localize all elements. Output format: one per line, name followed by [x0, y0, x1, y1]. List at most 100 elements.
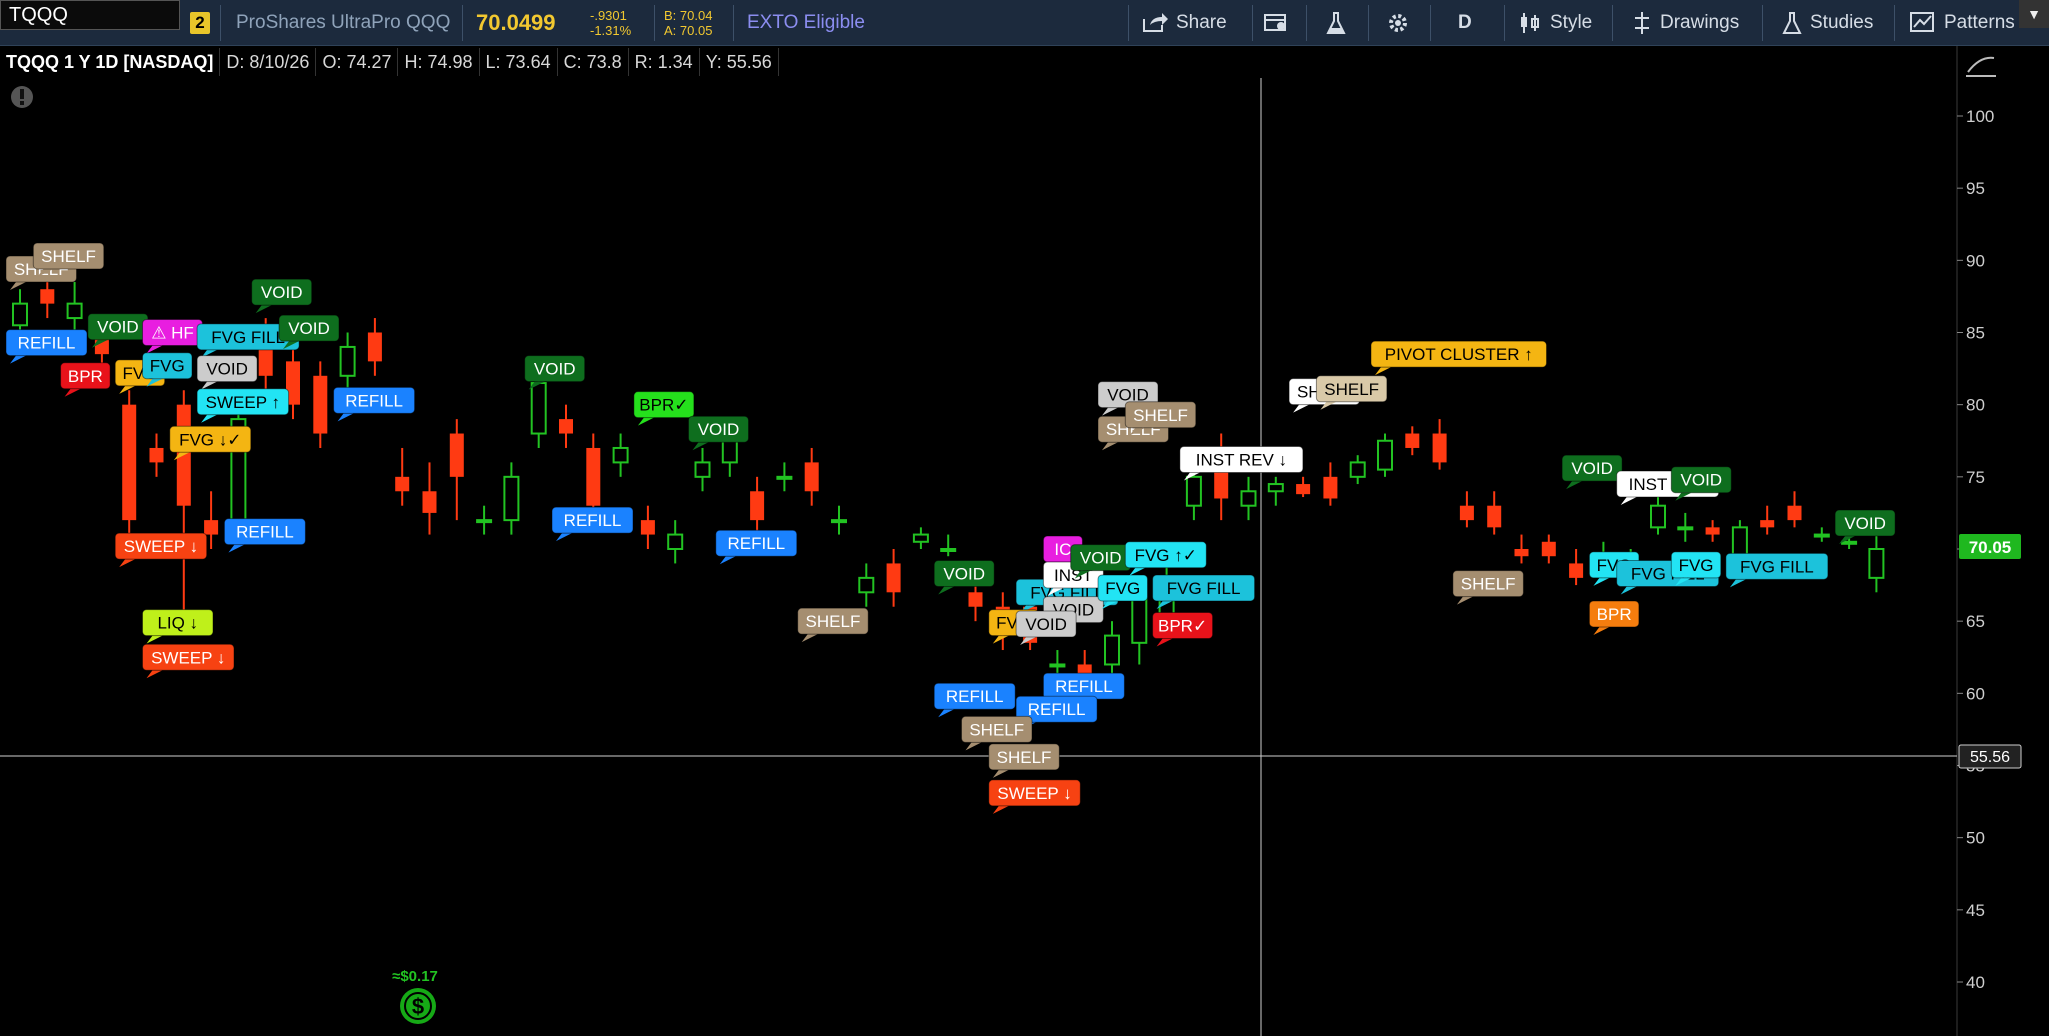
annotation-pointer [992, 635, 1009, 644]
annotation-text: VOID [97, 318, 139, 337]
drawings-button[interactable]: Drawings [1632, 0, 1739, 46]
candle [1541, 534, 1556, 564]
patterns-icon [1910, 12, 1934, 32]
alert-icon[interactable] [11, 86, 33, 108]
y-axis-tick-label: 90 [1966, 251, 1985, 270]
annotation-pointer [719, 556, 736, 565]
candle-body [968, 592, 983, 607]
toolbar-divider [1128, 5, 1129, 41]
annotation-label: SHELF [1452, 570, 1524, 605]
annotation-text: IC [1054, 540, 1071, 559]
candle [1267, 476, 1284, 506]
candle-body [1049, 663, 1066, 668]
candle-body [1787, 505, 1802, 521]
price-chart[interactable]: 100959085807570656055504540 SHELFSHELFRE… [0, 46, 2049, 1036]
candle [449, 419, 464, 521]
annotation-text: SWEEP ↓ [124, 537, 198, 556]
studies-button[interactable]: Studies [1782, 0, 1873, 46]
candle-body [1541, 541, 1556, 557]
candle-body [586, 447, 601, 506]
candle [559, 404, 573, 448]
share-icon [1143, 13, 1168, 32]
annotation-label: REFILL [5, 329, 88, 364]
exto-eligible-label: EXTO Eligible [747, 12, 865, 33]
annotation-text: VOID [288, 319, 330, 338]
annotation-pointer [337, 413, 354, 422]
style-label: Style [1550, 12, 1593, 33]
style-button[interactable]: Style [1518, 0, 1592, 46]
candle [1459, 491, 1474, 528]
annotation-text: FVG FILL [211, 328, 285, 347]
candle-body [367, 332, 382, 362]
candle [1650, 491, 1666, 535]
annotation-pointer [10, 355, 26, 364]
annotation-text: PIVOT CLUSTER ↑ [1385, 345, 1533, 364]
studies-flask-icon [1782, 12, 1802, 34]
annotation-pointer [1102, 442, 1118, 451]
annotation-label: FVG FILL [1725, 552, 1829, 588]
annotation-pointer [64, 388, 81, 397]
y-axis-tick-label: 80 [1966, 396, 1985, 415]
flask-icon [1326, 12, 1346, 34]
annotation-text: REFILL [564, 511, 622, 530]
ask-price: A: 70.05 [664, 23, 713, 38]
candle-body [1650, 504, 1666, 529]
share-label: Share [1176, 12, 1227, 33]
candle-body [1868, 548, 1885, 579]
chart-settings-panel-button[interactable] [1264, 0, 1288, 46]
studies-label: Studies [1810, 12, 1874, 33]
annotation-labels: SHELFSHELFREFILLVOID⚠ HFFVG FILLBPRFVGFV… [5, 242, 1896, 814]
candle [1323, 462, 1338, 506]
candle-body [1377, 439, 1393, 471]
aggregation-button[interactable]: D [1458, 0, 1472, 46]
candle-body [449, 433, 464, 477]
y-axis-tick-label: 95 [1966, 179, 1985, 198]
axis-zoom-icon[interactable] [1966, 56, 1996, 77]
settings-button[interactable] [1386, 0, 1410, 46]
candle-body [1569, 563, 1584, 578]
annotation-label: SHELF [797, 607, 869, 643]
candle-body [912, 533, 929, 543]
patterns-button[interactable]: Patterns [1910, 0, 2015, 46]
candle-body [1813, 533, 1830, 538]
candle-body [886, 563, 901, 593]
symbol-dropdown-icon[interactable]: ▼ [2019, 0, 2049, 28]
annotation-text: SHELF [806, 612, 861, 631]
candle-body [1841, 540, 1858, 545]
candle [612, 433, 629, 477]
candle [1514, 534, 1529, 564]
candle-body [612, 446, 629, 464]
candle [1787, 491, 1802, 528]
annotation-label: INST REV ↓ [1179, 446, 1304, 481]
annotation-text: SHELF [41, 247, 96, 266]
symbol-input[interactable]: TQQQ ▼ [0, 0, 2049, 30]
annotation-label: VOID [1015, 610, 1077, 646]
share-button[interactable]: Share [1142, 0, 1227, 46]
annotation-text: SHELF [1324, 380, 1379, 399]
annotation-label: REFILL [333, 386, 416, 422]
annotation-label: REFILL [933, 682, 1016, 718]
price-badges: 70.05 55.56 [1958, 534, 2022, 769]
flask-button[interactable] [1326, 0, 1346, 46]
y-axis-tick-label: 60 [1966, 684, 1985, 703]
annotation-pointer [255, 305, 272, 314]
annotation-label: BPR [1588, 600, 1640, 635]
annotation-label: VOID [278, 314, 340, 350]
dividend-marker[interactable]: ≈$0.17 $ [392, 968, 438, 1024]
candle [1405, 426, 1420, 456]
candle-body [1459, 505, 1474, 521]
annotation-label: VOID [1561, 454, 1623, 490]
y-axis-tick-label: 75 [1966, 468, 1985, 487]
toolbar-divider [1252, 5, 1253, 41]
annotation-text: SHELF [969, 720, 1024, 739]
annotation-text: VOID [1681, 471, 1723, 490]
candle [1349, 455, 1366, 485]
candle [1240, 476, 1257, 521]
candle-body [667, 533, 684, 550]
candle [1569, 549, 1584, 586]
link-group-badge[interactable]: 2 [190, 12, 210, 34]
candle [149, 433, 164, 477]
toolbar-divider [733, 5, 734, 41]
candle [1705, 520, 1720, 542]
candles-icon [1521, 13, 1539, 33]
